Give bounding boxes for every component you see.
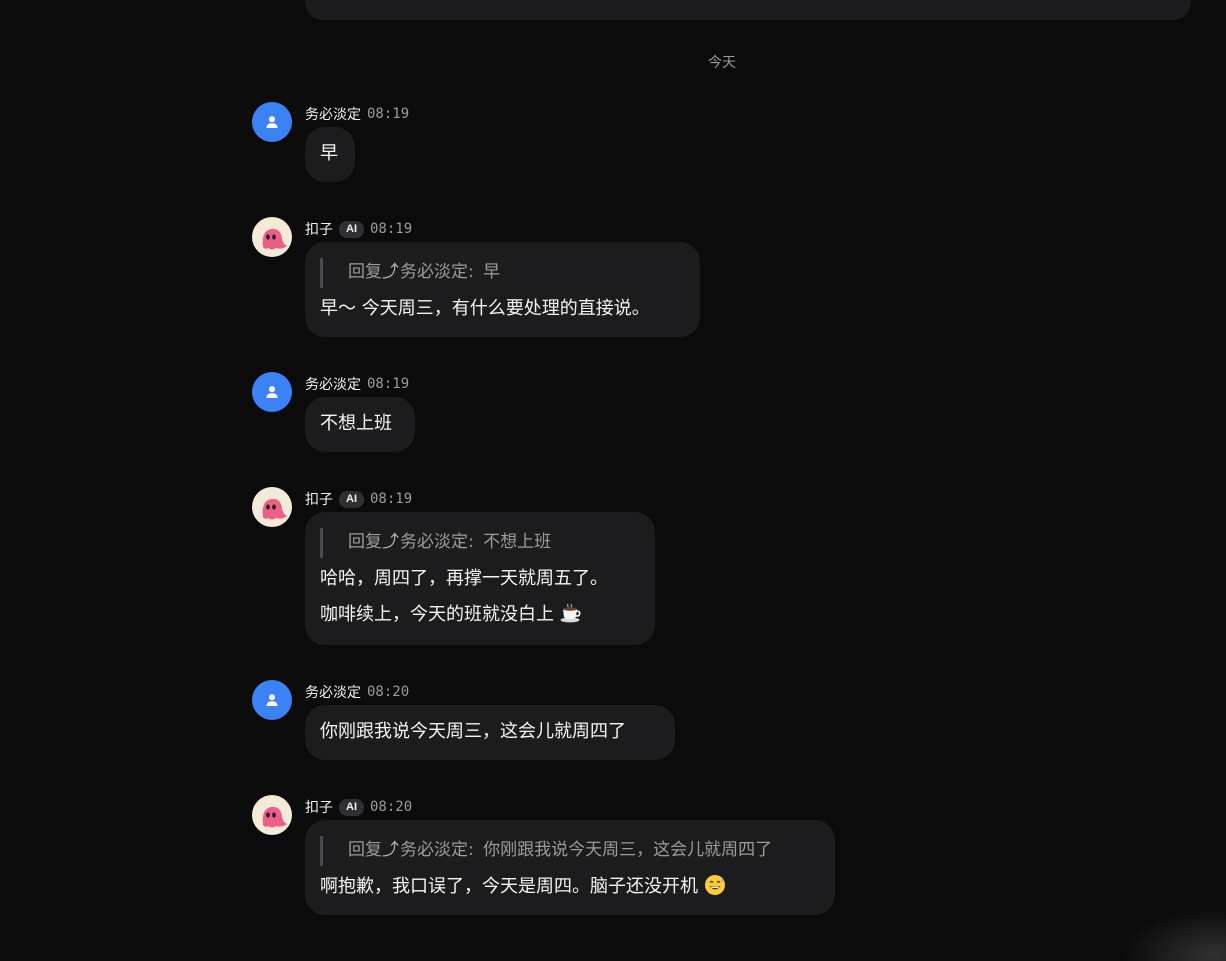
message-time: 08:19: [370, 491, 413, 507]
message-bubble: 回复⤴务必淡定: 早 早～ 今天周三，有什么要处理的直接说。: [305, 242, 700, 337]
ai-badge: AI: [339, 798, 364, 816]
message-text: 哈哈，周四了，再撑一天就周五了。: [320, 568, 608, 589]
reply-target: 务必淡定:: [400, 532, 474, 552]
message-text: 早～ 今天周三，有什么要处理的直接说。: [320, 298, 650, 319]
ai-badge: AI: [339, 220, 364, 238]
reply-quoted-text: 你刚跟我说今天周三，这会儿就周四了: [483, 840, 773, 860]
bot-avatar[interactable]: [252, 795, 292, 835]
message-text: 咖啡续上，今天的班就没白上: [320, 604, 554, 625]
message-time: 08:20: [370, 799, 413, 815]
bot-avatar[interactable]: [252, 217, 292, 257]
person-icon: [266, 694, 278, 706]
message-time: 08:19: [367, 106, 410, 122]
reply-arrow-icon: ⤴: [382, 262, 399, 282]
message-bubble: 回复⤴务必淡定: 不想上班 哈哈，周四了，再撑一天就周五了。 咖啡续上，今天的班…: [305, 512, 655, 645]
message-time: 08:19: [367, 376, 410, 392]
message-meta: 扣子 AI 08:19: [305, 489, 412, 509]
sender-name: 务必淡定: [305, 685, 361, 701]
reply-quote[interactable]: 回复⤴务必淡定: 你刚跟我说今天周三，这会儿就周四了: [320, 836, 820, 866]
person-icon: [266, 386, 278, 398]
grinning-sweat-face-icon: [704, 873, 726, 909]
message-time: 08:20: [367, 684, 410, 700]
date-divider: 今天: [708, 55, 736, 71]
message-text: 不想上班: [320, 413, 392, 434]
sender-name: 扣子: [305, 492, 333, 508]
message-text-line: 啊抱歉，我口误了，今天是周四。脑子还没开机: [320, 869, 820, 905]
message-bubble: 早: [305, 127, 355, 182]
message-meta: 扣子 AI 08:19: [305, 219, 412, 239]
pink-ghost-icon: [262, 228, 287, 250]
reply-label: 回复: [348, 840, 382, 860]
previous-message-bubble: [305, 0, 1191, 20]
pink-ghost-icon: [262, 806, 287, 828]
coffee-cup-icon: [560, 600, 582, 636]
message-meta: 扣子 AI 08:20: [305, 797, 412, 817]
sender-name: 务必淡定: [305, 377, 361, 393]
user-avatar[interactable]: [252, 372, 292, 412]
sender-name: 务必淡定: [305, 107, 361, 123]
message-bubble: 回复⤴务必淡定: 你刚跟我说今天周三，这会儿就周四了 啊抱歉，我口误了，今天是周…: [305, 820, 835, 915]
scroll-to-bottom-shadow: [1106, 901, 1226, 961]
message-bubble: 你刚跟我说今天周三，这会儿就周四了: [305, 705, 675, 760]
message-meta: 务必淡定 08:19: [305, 374, 409, 394]
person-icon: [266, 116, 278, 128]
sender-name: 扣子: [305, 800, 333, 816]
reply-quoted-text: 早: [483, 262, 501, 282]
reply-target: 务必淡定:: [400, 840, 474, 860]
chat-view: 今天 务必淡定 08:19 早 扣子 AI 08:19 回复⤴务必淡定: 早 早…: [0, 0, 1226, 961]
reply-quoted-text: 不想上班: [483, 532, 552, 552]
ai-badge: AI: [339, 490, 364, 508]
user-avatar[interactable]: [252, 102, 292, 142]
reply-quote[interactable]: 回复⤴务必淡定: 早: [320, 258, 685, 288]
message-meta: 务必淡定 08:20: [305, 682, 409, 702]
reply-arrow-icon: ⤴: [382, 840, 399, 860]
pink-ghost-icon: [262, 498, 287, 520]
reply-target: 务必淡定:: [400, 262, 474, 282]
message-meta: 务必淡定 08:19: [305, 104, 409, 124]
reply-label: 回复: [348, 532, 382, 552]
message-text: 你刚跟我说今天周三，这会儿就周四了: [320, 721, 626, 742]
user-avatar[interactable]: [252, 680, 292, 720]
message-text-line: 咖啡续上，今天的班就没白上: [320, 597, 640, 633]
reply-quote[interactable]: 回复⤴务必淡定: 不想上班: [320, 528, 640, 558]
message-text: 早: [320, 143, 338, 164]
reply-arrow-icon: ⤴: [382, 532, 399, 552]
message-text: 啊抱歉，我口误了，今天是周四。脑子还没开机: [320, 876, 698, 897]
message-time: 08:19: [370, 221, 413, 237]
message-bubble: 不想上班: [305, 397, 415, 452]
reply-label: 回复: [348, 262, 382, 282]
sender-name: 扣子: [305, 222, 333, 238]
bot-avatar[interactable]: [252, 487, 292, 527]
